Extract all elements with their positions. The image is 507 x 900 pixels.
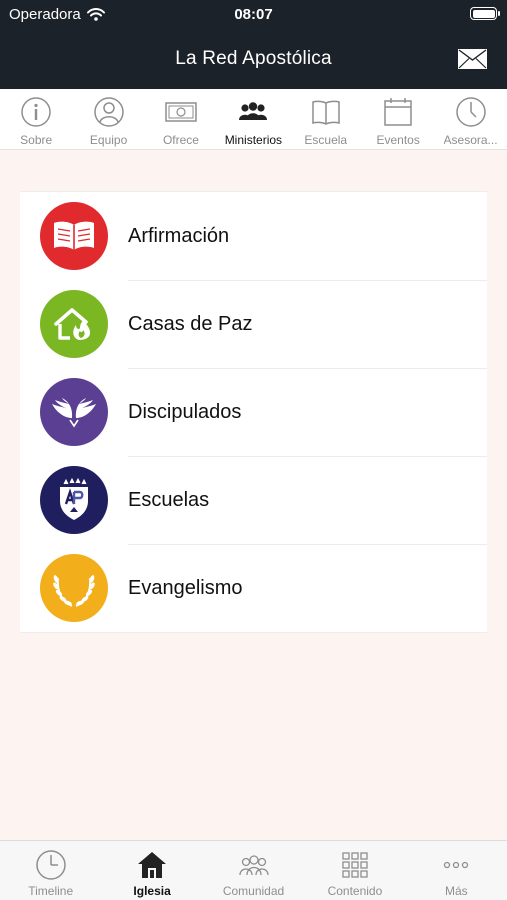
ministry-name: Escuelas: [128, 488, 210, 511]
community-icon: [238, 855, 269, 876]
clock-icon: [35, 850, 66, 880]
status-bar: Operadora 08:07: [0, 0, 507, 28]
list-item-casas-de-paz[interactable]: Casas de Paz: [20, 280, 487, 368]
info-icon: [21, 97, 51, 127]
tab-sobre[interactable]: Sobre: [0, 89, 72, 149]
mail-icon[interactable]: [458, 49, 487, 69]
list-item-escuelas[interactable]: Escuelas: [20, 456, 487, 544]
ministries-list: Arfirmación Casas de Paz Discipulados Es…: [20, 191, 487, 633]
bottom-tab-comunidad[interactable]: Comunidad: [203, 841, 304, 900]
tab-label: Escuela: [304, 133, 348, 147]
bottom-tab-label: Contenido: [327, 884, 383, 898]
tab-equipo[interactable]: Equipo: [72, 89, 144, 149]
list-item-evangelismo[interactable]: Evangelismo: [20, 544, 487, 632]
tab-escuela[interactable]: Escuela: [290, 89, 362, 149]
bottom-tab-label: Más: [444, 884, 468, 898]
clock-icon: [455, 97, 486, 127]
wings-icon: [52, 398, 96, 428]
bottom-tab-label: Iglesia: [133, 884, 171, 898]
list-item-arfirmacion[interactable]: Arfirmación: [20, 192, 487, 280]
bottom-tab-bar: Timeline Iglesia Comunidad Contenido Más: [0, 840, 507, 900]
grid-icon: [342, 852, 368, 878]
ministry-name: Evangelismo: [128, 576, 243, 599]
ministry-name: Casas de Paz: [128, 312, 253, 335]
tab-label: Ofrece: [162, 133, 199, 147]
tab-ofrece[interactable]: Ofrece: [145, 89, 217, 149]
ministry-name: Discipulados: [128, 400, 242, 423]
page-title: La Red Apostólica: [175, 48, 332, 69]
money-icon: [165, 102, 197, 122]
bottom-tab-timeline[interactable]: Timeline: [0, 841, 101, 900]
shield-crest-icon: [60, 477, 88, 520]
status-time: 08:07: [234, 6, 273, 23]
group-icon: [239, 102, 268, 120]
church-icon: [138, 852, 167, 878]
tab-label: Sobre: [20, 133, 53, 147]
list-item-discipulados[interactable]: Discipulados: [20, 368, 487, 456]
bottom-tab-label: Comunidad: [222, 884, 285, 898]
bottom-tab-contenido[interactable]: Contenido: [304, 841, 405, 900]
ministry-badge: [40, 202, 108, 270]
ministry-badge: [40, 466, 108, 534]
tab-ministerios[interactable]: Ministerios: [217, 89, 289, 149]
tab-label: Asesora...: [443, 133, 498, 147]
tab-label: Ministerios: [224, 133, 283, 147]
navigation-header: Operadora 08:07 La Red Apostólica: [0, 0, 507, 89]
book-icon: [312, 100, 340, 125]
calendar-icon: [384, 98, 412, 126]
ministry-badge: [40, 378, 108, 446]
house-flame-icon: [54, 308, 91, 340]
person-icon: [93, 97, 124, 127]
open-book-icon: [54, 221, 94, 250]
tab-asesora[interactable]: Asesora...: [434, 89, 506, 149]
ministry-badge: [40, 290, 108, 358]
ministry-name: Arfirmación: [128, 224, 230, 247]
section-tabs: Sobre Equipo Ofrece Ministerios Escuela …: [0, 89, 507, 150]
bottom-tab-mas[interactable]: Más: [406, 841, 507, 900]
battery-icon: [470, 7, 500, 20]
bottom-tab-iglesia[interactable]: Iglesia: [101, 841, 202, 900]
tab-label: Eventos: [376, 133, 420, 147]
tab-eventos[interactable]: Eventos: [362, 89, 434, 149]
tab-label: Equipo: [89, 133, 128, 147]
bottom-tab-label: Timeline: [28, 884, 74, 898]
more-icon: [444, 861, 469, 869]
ministry-badge: [40, 554, 108, 622]
wheat-wreath-icon: [53, 575, 95, 607]
